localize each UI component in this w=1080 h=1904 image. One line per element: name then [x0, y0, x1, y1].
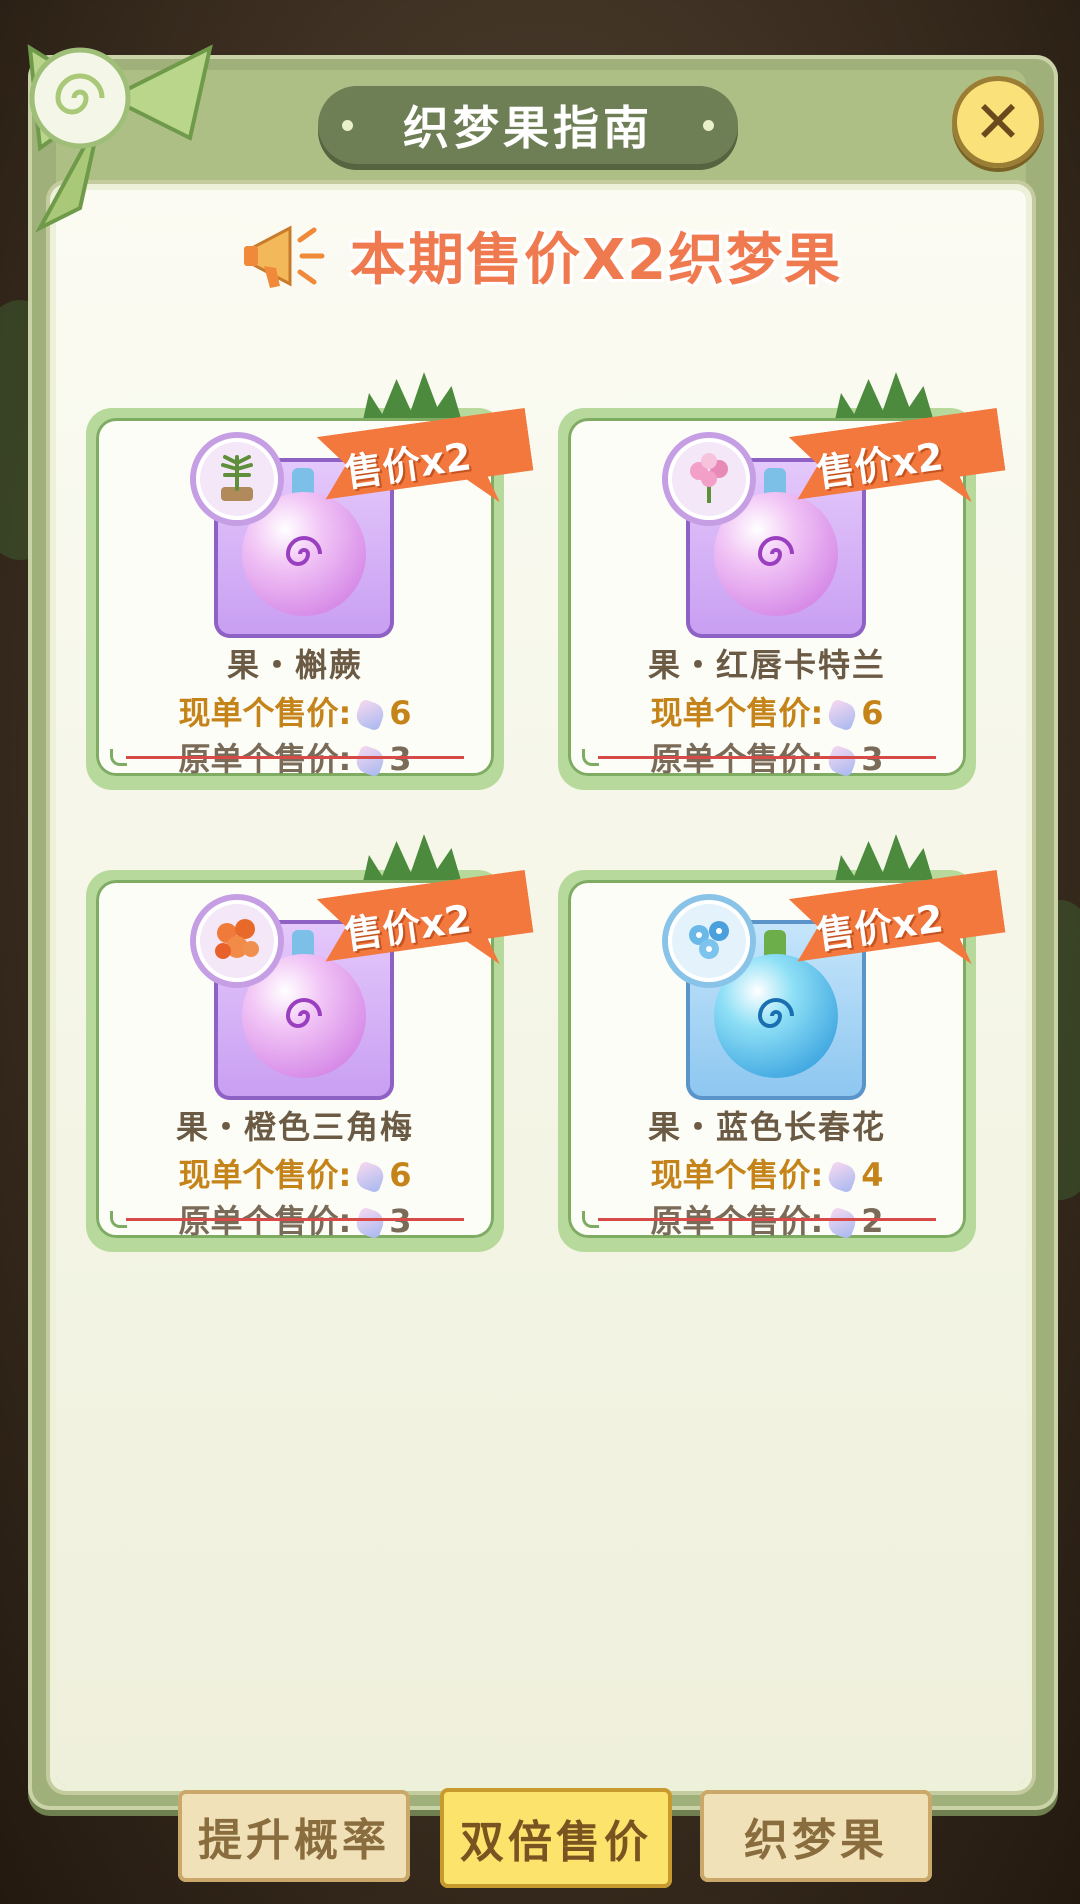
title-dot-right — [703, 120, 714, 131]
corner-decoration — [582, 749, 599, 766]
current-price-row: 现单个售价: 4 — [568, 1150, 966, 1196]
dream-gem-icon — [825, 1206, 859, 1240]
original-price-value: 2 — [861, 1202, 884, 1240]
original-price-value: 3 — [861, 740, 884, 778]
fruit-name: 果・槲蕨 — [226, 646, 363, 684]
current-price-label: 现单个售价: — [178, 694, 352, 732]
dream-gem-icon — [825, 698, 859, 732]
dream-gem-icon — [825, 1160, 859, 1194]
page-title: 织梦果指南 — [403, 101, 653, 155]
current-price-label: 现单个售价: — [650, 694, 824, 732]
announcement-text: 本期售价X2织梦果 — [350, 227, 843, 293]
dream-gem-icon — [353, 1206, 387, 1240]
fern-icon — [196, 438, 278, 520]
tab-increase-probability[interactable]: 提升概率 — [178, 1790, 410, 1882]
current-price-value: 6 — [861, 694, 884, 732]
corner-decoration — [582, 1211, 599, 1228]
orchid-icon — [668, 438, 750, 520]
strikethrough-line — [126, 1218, 464, 1221]
card-body: 售价x2 果・红唇卡特兰 现单个售价: 6 原单个售价: 3 — [568, 418, 966, 778]
original-price-label: 原单个售价: — [178, 1202, 352, 1240]
strikethrough-line — [598, 756, 936, 759]
corner-decoration — [110, 1211, 127, 1228]
original-price-label: 原单个售价: — [178, 740, 352, 778]
current-price-row: 现单个售价: 6 — [96, 1150, 494, 1196]
current-price-label: 现单个售价: — [178, 1156, 352, 1194]
dream-gem-icon — [825, 744, 859, 778]
fruit-name: 果・红唇卡特兰 — [647, 646, 886, 684]
fruit-card[interactable]: 售价x2 果・槲蕨 现单个售价: 6 原单个售价: 3 — [86, 372, 504, 790]
original-price-label: 原单个售价: — [650, 740, 824, 778]
periwinkle-icon — [668, 900, 750, 982]
original-price-label: 原单个售价: — [650, 1202, 824, 1240]
current-price-label: 现单个售价: — [650, 1156, 824, 1194]
card-body: 售价x2 果・蓝色长春花 现单个售价: 4 原单个售价: 2 — [568, 880, 966, 1240]
title-dot-left — [342, 120, 353, 131]
fruit-card[interactable]: 售价x2 果・蓝色长春花 现单个售价: 4 原单个售价: 2 — [558, 834, 976, 1252]
current-price-value: 6 — [389, 1156, 412, 1194]
dream-gem-icon — [353, 698, 387, 732]
card-body: 售价x2 果・槲蕨 现单个售价: 6 原单个售价: 3 — [96, 418, 494, 778]
current-price-value: 6 — [389, 694, 412, 732]
strikethrough-line — [126, 756, 464, 759]
bow-icon — [27, 44, 213, 233]
original-price-value: 3 — [389, 740, 412, 778]
card-body: 售价x2 果・橙色三角梅 现单个售价: 6 原单个售价: 3 — [96, 880, 494, 1240]
corner-decoration — [110, 749, 127, 766]
strikethrough-line — [598, 1218, 936, 1221]
title-pill: 织梦果指南 — [318, 86, 738, 164]
current-price-value: 4 — [861, 1156, 884, 1194]
current-price-row: 现单个售价: 6 — [96, 688, 494, 734]
fruit-card[interactable]: 售价x2 果・橙色三角梅 现单个售价: 6 原单个售价: 3 — [86, 834, 504, 1252]
tab-double-price[interactable]: 双倍售价 — [440, 1788, 672, 1888]
announcement-banner: 本期售价X2织梦果 — [240, 210, 850, 300]
megaphone-icon — [244, 225, 325, 288]
fruit-name: 果・蓝色长春花 — [647, 1108, 886, 1146]
dream-gem-icon — [353, 1160, 387, 1194]
close-button[interactable]: ✕ — [952, 76, 1044, 168]
bougainvillea-icon — [196, 900, 278, 982]
current-price-row: 现单个售价: 6 — [568, 688, 966, 734]
tab-dream-fruit[interactable]: 织梦果 — [700, 1790, 932, 1882]
close-icon: ✕ — [973, 88, 1023, 156]
fruit-name: 果・橙色三角梅 — [175, 1108, 414, 1146]
original-price-value: 3 — [389, 1202, 412, 1240]
fruit-card[interactable]: 售价x2 果・红唇卡特兰 现单个售价: 6 原单个售价: 3 — [558, 372, 976, 790]
dream-gem-icon — [353, 744, 387, 778]
